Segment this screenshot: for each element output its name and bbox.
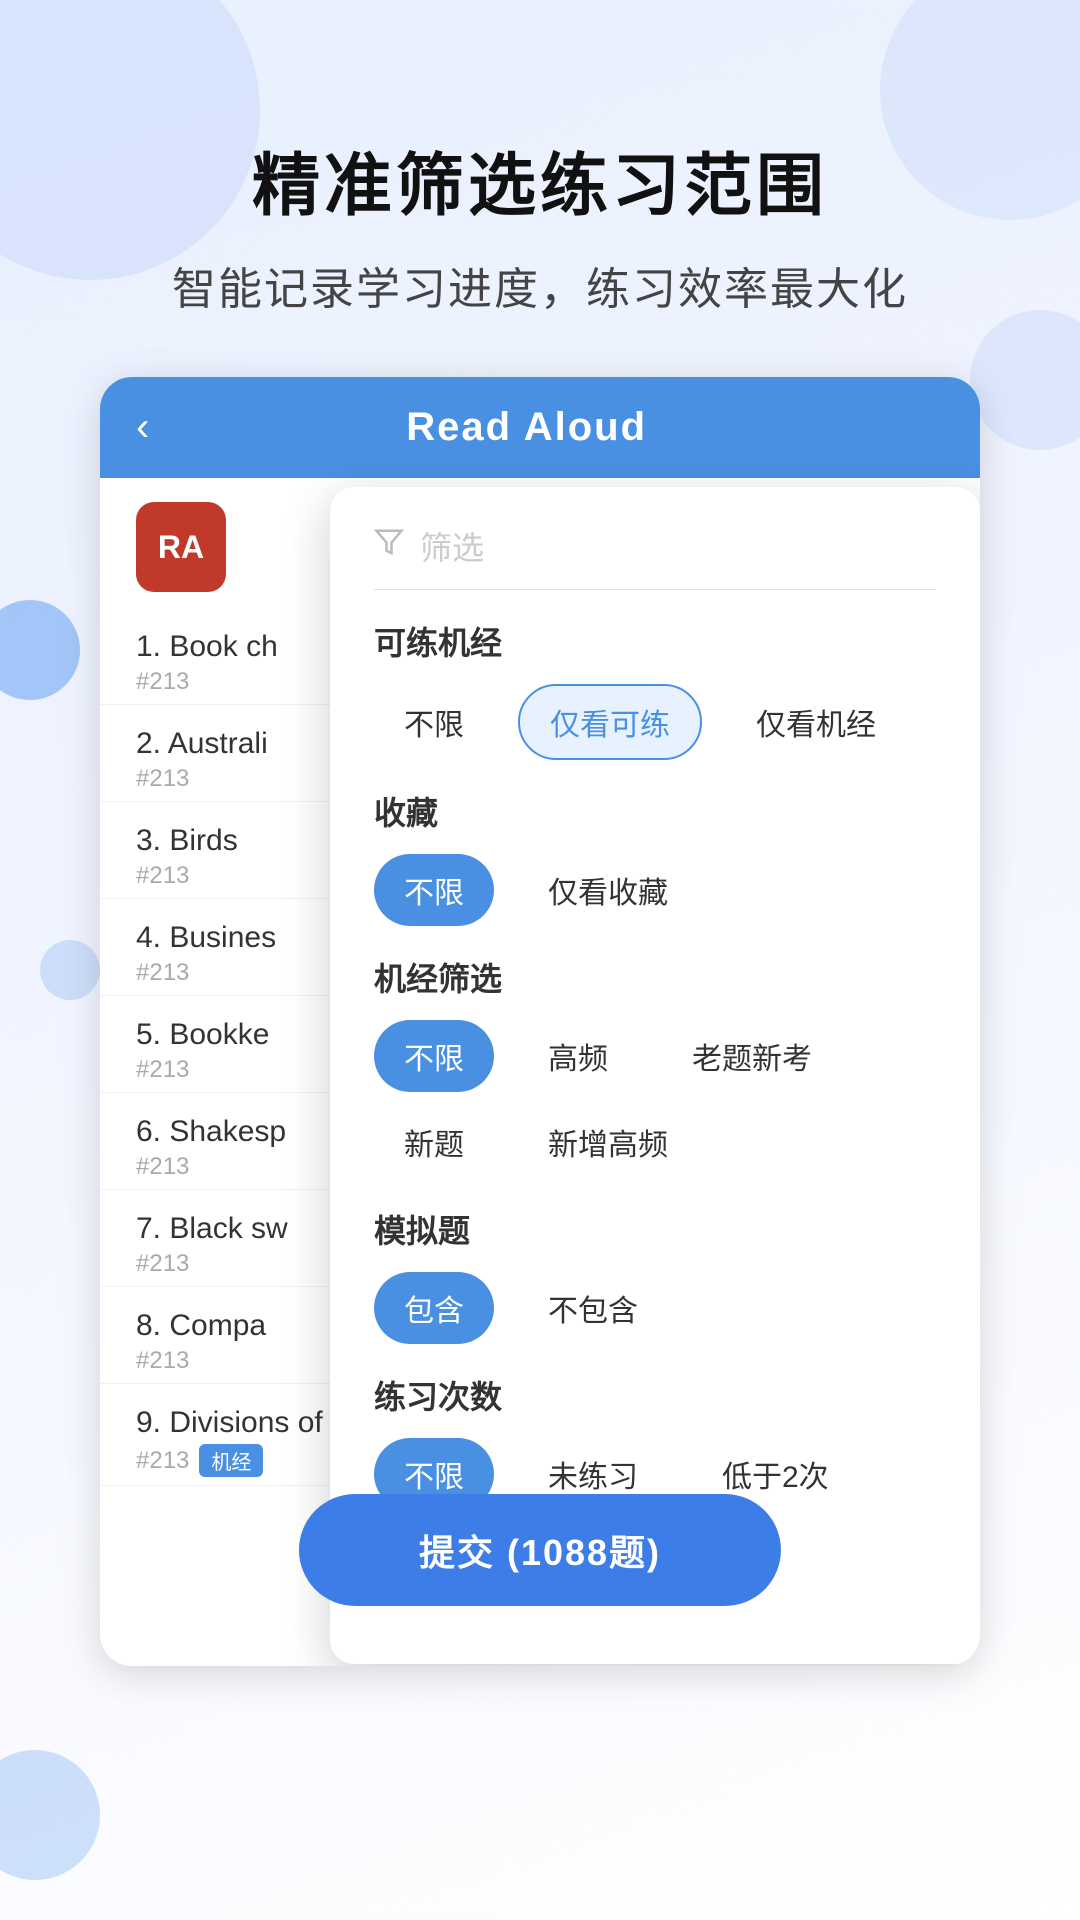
ra-icon: RA <box>136 502 226 592</box>
filter-panel: 筛选 可练机经 不限 仅看可练 仅看机经 收藏 不限 仅看收藏 <box>330 487 980 1664</box>
section-jijing-filter: 机经筛选 不限 高频 老题新考 新题 新增高频 <box>374 954 936 1178</box>
app-header: ‹ Read Aloud <box>100 377 980 478</box>
app-bg-card: ‹ Read Aloud RA 1. Book ch #213 2. Austr… <box>100 377 980 1666</box>
option-only-jijing[interactable]: 仅看机经 <box>726 686 906 758</box>
options-row-jijing-1: 不限 高频 老题新考 <box>374 1020 936 1092</box>
option-new-question[interactable]: 新题 <box>374 1106 494 1178</box>
option-only-practicable[interactable]: 仅看可练 <box>518 684 702 760</box>
filter-search-row: 筛选 <box>374 523 936 590</box>
header-section: 精准筛选练习范围 智能记录学习进度，练习效率最大化 <box>0 0 1080 317</box>
section-kelijing: 可练机经 不限 仅看可练 仅看机经 <box>374 618 936 760</box>
section-label-jijing-filter: 机经筛选 <box>374 954 936 1000</box>
bg-circle-left-lower <box>40 940 100 1000</box>
option-unlimited-kelijing[interactable]: 不限 <box>374 686 494 758</box>
app-header-title: Read Aloud <box>169 405 884 450</box>
option-old-new[interactable]: 老题新考 <box>662 1020 842 1092</box>
section-collection: 收藏 不限 仅看收藏 <box>374 788 936 926</box>
bg-circle-left-mid <box>0 600 80 700</box>
submit-button[interactable]: 提交 (1088题) <box>299 1494 781 1606</box>
bg-circle-right-mid <box>970 310 1080 450</box>
sub-title: 智能记录学习进度，练习效率最大化 <box>0 253 1080 317</box>
option-high-freq[interactable]: 高频 <box>518 1020 638 1092</box>
option-exclude-mock[interactable]: 不包含 <box>518 1272 668 1344</box>
filter-search-placeholder: 筛选 <box>420 523 484 569</box>
options-row-kelijing: 不限 仅看可练 仅看机经 <box>374 684 936 760</box>
app-container: ‹ Read Aloud RA 1. Book ch #213 2. Austr… <box>100 377 980 1666</box>
option-new-high-freq[interactable]: 新增高频 <box>518 1106 698 1178</box>
options-row-mock: 包含 不包含 <box>374 1272 936 1344</box>
back-button[interactable]: ‹ <box>136 405 149 450</box>
jijing-badge: 机经 <box>199 1444 263 1477</box>
section-label-mock: 模拟题 <box>374 1206 936 1252</box>
option-only-collected[interactable]: 仅看收藏 <box>518 854 698 926</box>
section-mock: 模拟题 包含 不包含 <box>374 1206 936 1344</box>
options-row-jijing-2: 新题 新增高频 <box>374 1106 936 1178</box>
option-include-mock[interactable]: 包含 <box>374 1272 494 1344</box>
bg-circle-bottom-left <box>0 1750 100 1880</box>
options-row-collection: 不限 仅看收藏 <box>374 854 936 926</box>
option-unlimited-collection[interactable]: 不限 <box>374 854 494 926</box>
filter-icon <box>374 527 404 565</box>
option-unlimited-jijing[interactable]: 不限 <box>374 1020 494 1092</box>
section-label-kelijing: 可练机经 <box>374 618 936 664</box>
section-label-practice-count: 练习次数 <box>374 1372 936 1418</box>
main-title: 精准筛选练习范围 <box>0 130 1080 229</box>
section-label-collection: 收藏 <box>374 788 936 834</box>
